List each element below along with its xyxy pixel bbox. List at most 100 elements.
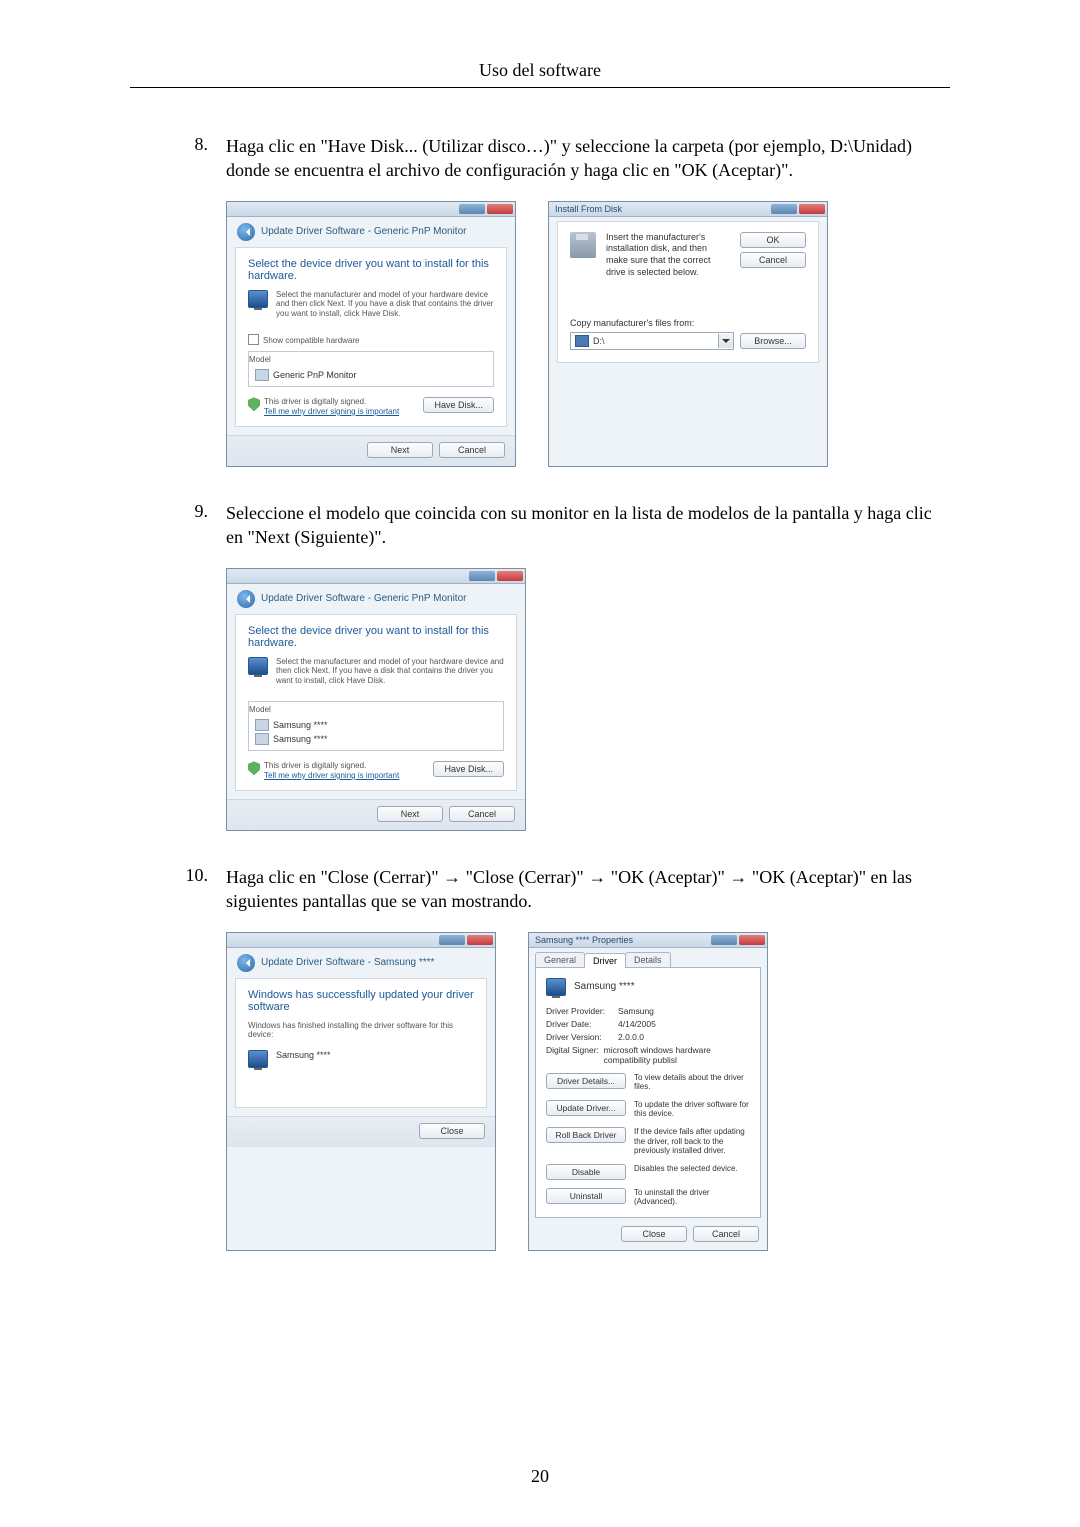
signed-text: This driver is digitally signed. [264,761,399,771]
cancel-button[interactable]: Cancel [439,442,505,458]
step-number: 8. [130,134,226,183]
figures-step9: Update Driver Software - Generic PnP Mon… [226,568,950,831]
device-name: Samsung **** [574,981,635,992]
dialog-select-driver: Update Driver Software - Generic PnP Mon… [226,201,516,467]
back-icon[interactable] [237,223,255,241]
update-driver-desc: To update the driver software for this d… [634,1100,750,1119]
device-icon [255,719,269,731]
titlebar [227,202,515,217]
model-list: Model Generic PnP Monitor [248,351,494,387]
subtext: Windows has finished installing the driv… [248,1021,474,1040]
driver-details-button[interactable]: Driver Details... [546,1073,626,1089]
browse-button[interactable]: Browse... [740,333,806,349]
ifd-message: Insert the manufacturer's installation d… [606,232,730,279]
close-icon[interactable] [739,935,765,945]
dialog-body: Windows has successfully updated your dr… [235,978,487,1108]
disable-desc: Disables the selected device. [634,1164,738,1174]
maximize-icon[interactable] [459,204,485,214]
next-button[interactable]: Next [377,806,443,822]
properties-body: Samsung **** Driver Provider:Samsung Dri… [535,967,761,1218]
ok-button[interactable]: OK [740,232,806,248]
close-button[interactable]: Close [419,1123,485,1139]
floppy-icon [570,232,596,258]
maximize-icon[interactable] [771,204,797,214]
back-icon[interactable] [237,954,255,972]
dialog-body: Insert the manufacturer's installation d… [557,221,819,364]
signer-label: Digital Signer: [546,1045,604,1065]
list-label: Model [249,705,275,714]
list-label: Model [249,355,275,364]
monitor-icon [546,978,566,996]
maximize-icon[interactable] [439,935,465,945]
tab-general[interactable]: General [535,952,585,967]
next-button[interactable]: Next [367,442,433,458]
signing-link[interactable]: Tell me why driver signing is important [264,771,399,780]
drive-value: D:\ [593,336,714,346]
breadcrumb: Update Driver Software - Samsung **** [227,948,495,974]
drive-icon [575,335,589,347]
page-number: 20 [0,1466,1080,1487]
button-row: Next Cancel [227,799,525,830]
device-name: Samsung **** [276,1050,331,1060]
step-number: 10. [130,865,226,914]
signing-link[interactable]: Tell me why driver signing is important [264,407,399,416]
close-icon[interactable] [497,571,523,581]
monitor-icon [248,1050,268,1068]
cancel-button[interactable]: Cancel [740,252,806,268]
dialog-install-from-disk: Install From Disk Insert the manufacture… [548,201,828,467]
title-text: Install From Disk [549,204,769,214]
step-8: 8. Haga clic en "Have Disk... (Utilizar … [130,134,950,183]
provider-value: Samsung [618,1006,654,1016]
chevron-down-icon[interactable] [718,334,733,348]
list-item-label: Generic PnP Monitor [273,370,356,380]
breadcrumb: Update Driver Software - Generic PnP Mon… [227,217,515,243]
date-value: 4/14/2005 [618,1019,656,1029]
close-icon[interactable] [487,204,513,214]
cancel-button[interactable]: Cancel [693,1226,759,1242]
dialog-update-success: Update Driver Software - Samsung **** Wi… [226,932,496,1251]
list-item[interactable]: Samsung **** [255,718,497,732]
tab-details[interactable]: Details [625,952,671,967]
version-value: 2.0.0.0 [618,1032,644,1042]
rollback-driver-desc: If the device fails after updating the d… [634,1127,750,1156]
tab-bar: General Driver Details [529,948,767,967]
list-item-label: Samsung **** [273,734,328,744]
tab-driver[interactable]: Driver [584,953,626,968]
close-button[interactable]: Close [621,1226,687,1242]
titlebar: Samsung **** Properties [529,933,767,948]
date-label: Driver Date: [546,1019,618,1029]
step-9: 9. Seleccione el modelo que coincida con… [130,501,950,550]
have-disk-button[interactable]: Have Disk... [423,397,494,413]
back-icon[interactable] [237,590,255,608]
update-driver-button[interactable]: Update Driver... [546,1100,626,1116]
subtext: Select the manufacturer and model of you… [276,657,504,686]
disable-button[interactable]: Disable [546,1164,626,1180]
version-label: Driver Version: [546,1032,618,1042]
close-icon[interactable] [467,935,493,945]
device-icon [255,733,269,745]
have-disk-button[interactable]: Have Disk... [433,761,504,777]
copy-label: Copy manufacturer's files from: [570,318,806,328]
monitor-icon [248,290,268,308]
page-header: Uso del software [130,60,950,81]
monitor-icon [248,657,268,675]
list-item[interactable]: Samsung **** [255,732,497,746]
drive-combo[interactable]: D:\ [570,332,734,350]
uninstall-button[interactable]: Uninstall [546,1188,626,1204]
maximize-icon[interactable] [469,571,495,581]
driver-details-desc: To view details about the driver files. [634,1073,750,1092]
signer-value: microsoft windows hardware compatibility… [604,1045,750,1065]
list-item-label: Samsung **** [273,720,328,730]
heading: Select the device driver you want to ins… [248,625,504,649]
device-icon [255,369,269,381]
step-text: Haga clic en "Have Disk... (Utilizar dis… [226,134,950,183]
cancel-button[interactable]: Cancel [449,806,515,822]
show-compatible-checkbox[interactable]: Show compatible hardware [248,334,494,345]
step-number: 9. [130,501,226,550]
close-icon[interactable] [799,204,825,214]
step-text: Seleccione el modelo que coincida con su… [226,501,950,550]
maximize-icon[interactable] [711,935,737,945]
rollback-driver-button[interactable]: Roll Back Driver [546,1127,626,1143]
breadcrumb-text: Update Driver Software - Generic PnP Mon… [261,226,466,237]
list-item[interactable]: Generic PnP Monitor [255,368,487,382]
